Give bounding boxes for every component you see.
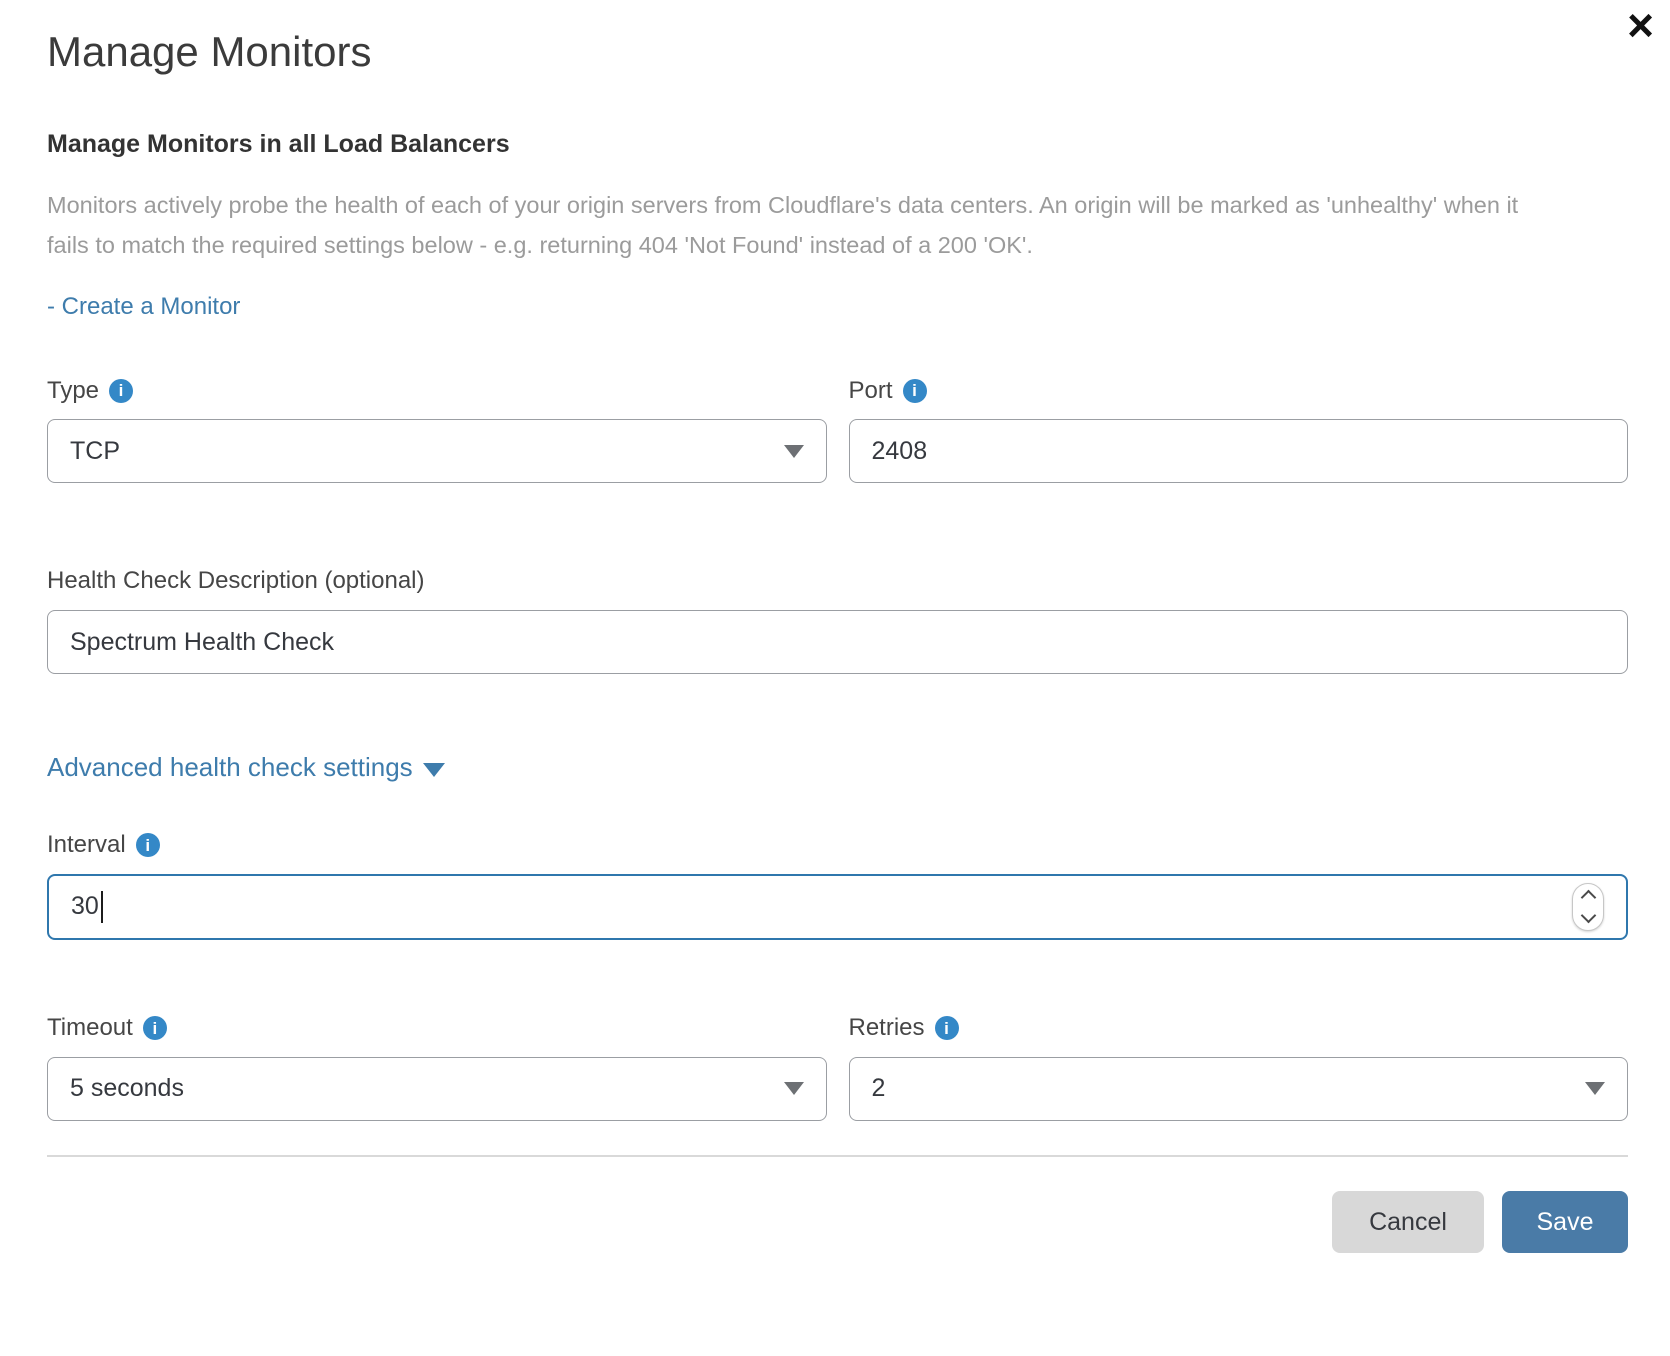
triangle-down-icon xyxy=(423,763,445,777)
port-field-group: Port i xyxy=(849,377,1629,484)
port-label-row: Port i xyxy=(849,377,1629,406)
info-icon[interactable]: i xyxy=(143,1016,167,1040)
type-port-row: Type i TCP Port i xyxy=(47,377,1628,484)
info-icon[interactable]: i xyxy=(109,379,133,403)
save-button[interactable]: Save xyxy=(1502,1191,1628,1253)
retries-select-value: 2 xyxy=(872,1074,886,1103)
health-check-description-input[interactable] xyxy=(47,610,1628,674)
interval-label-row: Interval i xyxy=(47,831,1628,860)
chevron-down-icon xyxy=(784,445,804,458)
interval-label: Interval xyxy=(47,831,126,860)
port-input[interactable] xyxy=(849,419,1629,483)
interval-input[interactable]: 30 xyxy=(47,874,1628,940)
advanced-settings-row: Advanced health check settings xyxy=(47,752,1628,783)
type-label: Type xyxy=(47,377,99,406)
port-label: Port xyxy=(849,377,893,406)
footer-divider xyxy=(47,1155,1628,1157)
manage-monitors-dialog: × Manage Monitors Manage Monitors in all… xyxy=(0,0,1670,1356)
timeout-select-value: 5 seconds xyxy=(70,1074,184,1103)
info-icon[interactable]: i xyxy=(903,379,927,403)
type-select[interactable]: TCP xyxy=(47,419,827,483)
timeout-retries-row: Timeout i 5 seconds Retries i 2 xyxy=(47,1014,1628,1121)
chevron-up-icon[interactable] xyxy=(1580,890,1596,906)
info-icon[interactable]: i xyxy=(935,1016,959,1040)
timeout-label: Timeout xyxy=(47,1014,133,1043)
advanced-settings-label: Advanced health check settings xyxy=(47,752,413,783)
advanced-settings-toggle[interactable]: Advanced health check settings xyxy=(47,752,445,783)
chevron-down-icon[interactable] xyxy=(1580,908,1596,924)
timeout-field-group: Timeout i 5 seconds xyxy=(47,1014,827,1121)
number-stepper[interactable] xyxy=(1572,883,1604,931)
type-label-row: Type i xyxy=(47,377,827,406)
chevron-down-icon xyxy=(784,1082,804,1095)
type-field-group: Type i TCP xyxy=(47,377,827,484)
section-heading: Manage Monitors in all Load Balancers xyxy=(47,129,1628,159)
description-label: Health Check Description (optional) xyxy=(47,567,425,596)
interval-value: 30 xyxy=(71,892,99,921)
chevron-down-icon xyxy=(1585,1082,1605,1095)
type-select-value: TCP xyxy=(70,437,120,466)
timeout-label-row: Timeout i xyxy=(47,1014,827,1043)
retries-select[interactable]: 2 xyxy=(849,1057,1629,1121)
info-icon[interactable]: i xyxy=(136,833,160,857)
close-icon[interactable]: × xyxy=(1621,0,1660,54)
timeout-select[interactable]: 5 seconds xyxy=(47,1057,827,1121)
dialog-title: Manage Monitors xyxy=(47,26,1628,79)
section-description: Monitors actively probe the health of ea… xyxy=(47,185,1552,265)
text-cursor xyxy=(101,891,103,923)
description-field-group: Health Check Description (optional) xyxy=(47,567,1628,674)
cancel-button[interactable]: Cancel xyxy=(1332,1191,1484,1253)
retries-label: Retries xyxy=(849,1014,925,1043)
footer-actions: Cancel Save xyxy=(47,1191,1628,1253)
retries-field-group: Retries i 2 xyxy=(849,1014,1629,1121)
retries-label-row: Retries i xyxy=(849,1014,1629,1043)
description-label-row: Health Check Description (optional) xyxy=(47,567,1628,596)
interval-value-wrap: 30 xyxy=(71,891,103,923)
create-monitor-link[interactable]: - Create a Monitor xyxy=(47,293,240,321)
interval-field-group: Interval i 30 xyxy=(47,831,1628,940)
